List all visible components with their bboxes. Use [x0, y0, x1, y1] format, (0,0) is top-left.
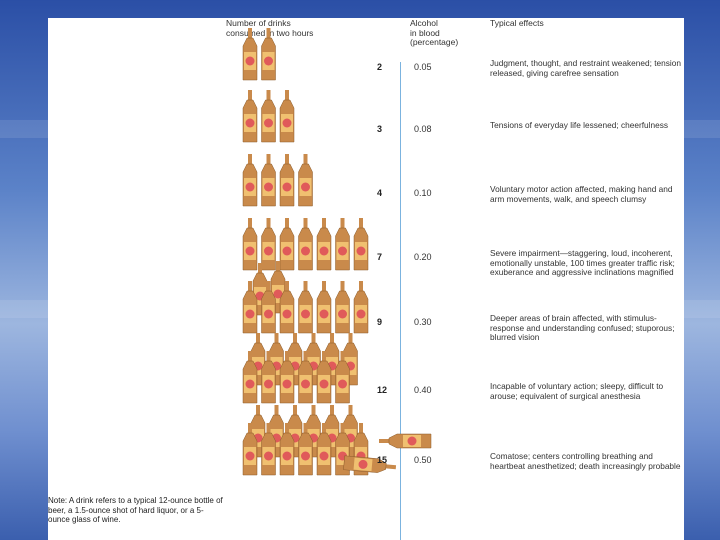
drink-row: 15 0.50 Comatose; centers controlling brea…	[48, 405, 684, 476]
beer-bottle-icon	[316, 281, 332, 334]
blood-alcohol-value: 0.20	[414, 252, 432, 262]
drink-count: 12	[377, 385, 388, 395]
bottle-group	[242, 261, 369, 334]
typical-effect: Judgment, thought, and restraint weakene…	[490, 58, 681, 78]
drink-count: 3	[377, 124, 383, 134]
beer-bottle-icon	[335, 218, 350, 271]
beer-bottle-icon	[353, 218, 369, 271]
beer-bottle-icon	[353, 281, 369, 334]
bottle-group	[242, 333, 358, 404]
beer-bottle-icon	[343, 455, 397, 473]
blood-alcohol-value: 0.10	[414, 188, 432, 198]
drink-row: 2 0.05 Judgment, thought, and restraint we…	[48, 18, 684, 81]
drink-count: 9	[377, 317, 383, 327]
blood-alcohol-value: 0.50	[414, 455, 432, 465]
blood-alcohol-value: 0.05	[414, 62, 432, 72]
beer-bottle-icon	[298, 281, 313, 334]
drink-row: 12 0.40 Incapable of voluntary action; sle…	[48, 333, 684, 404]
bottle-group	[242, 154, 313, 207]
bottle-group	[242, 90, 295, 143]
beer-bottle-icon	[298, 218, 313, 271]
beer-bottle-icon	[279, 154, 295, 207]
bottle-group	[242, 405, 432, 476]
beer-bottle-icon	[279, 90, 295, 143]
beer-bottle-icon	[379, 433, 432, 449]
beer-bottle-icon	[261, 154, 276, 207]
drink-row: 4 0.10 Voluntary motor action affected, ma…	[48, 144, 684, 207]
drink-row: 3 0.08 Tensions of everyday life lessened;…	[48, 80, 684, 143]
typical-effect: Deeper areas of brain affected, with sti…	[490, 313, 675, 343]
chart-panel: Number of drinks consumed in two hours A…	[48, 18, 684, 540]
typical-effect: Comatose; centers controlling breathing …	[490, 451, 681, 471]
bottle-group	[242, 218, 369, 271]
beer-bottle-icon	[261, 218, 276, 271]
typical-effect: Incapable of voluntary action; sleepy, d…	[490, 381, 664, 401]
drink-row: 9 0.30 Deeper areas of brain affected, wit…	[48, 261, 684, 342]
beer-bottle-icon	[335, 281, 350, 334]
drink-row: 7 0.20 Severe impairment—staggering, loud,…	[48, 208, 684, 277]
beer-bottle-icon	[279, 218, 295, 271]
blood-alcohol-value: 0.40	[414, 385, 432, 395]
beer-bottle-icon	[242, 28, 258, 81]
blood-alcohol-value: 0.30	[414, 317, 432, 327]
beer-bottle-icon	[261, 28, 276, 81]
beer-bottle-icon	[242, 154, 258, 207]
footnote: Note: A drink refers to a typical 12-oun…	[48, 496, 223, 524]
bottle-group	[242, 28, 276, 81]
drink-count: 4	[377, 188, 383, 198]
beer-bottle-icon	[242, 90, 258, 143]
beer-bottle-icon	[261, 90, 276, 143]
drink-count: 2	[377, 62, 383, 72]
beer-bottle-icon	[298, 154, 313, 207]
drink-count: 7	[377, 252, 383, 262]
drink-count: 15	[377, 455, 388, 465]
typical-effect: Voluntary motor action affected, making …	[490, 184, 673, 204]
blood-alcohol-value: 0.08	[414, 124, 432, 134]
beer-bottle-icon	[242, 218, 258, 271]
beer-bottle-icon	[316, 218, 332, 271]
typical-effect: Tensions of everyday life lessened; chee…	[490, 120, 669, 130]
